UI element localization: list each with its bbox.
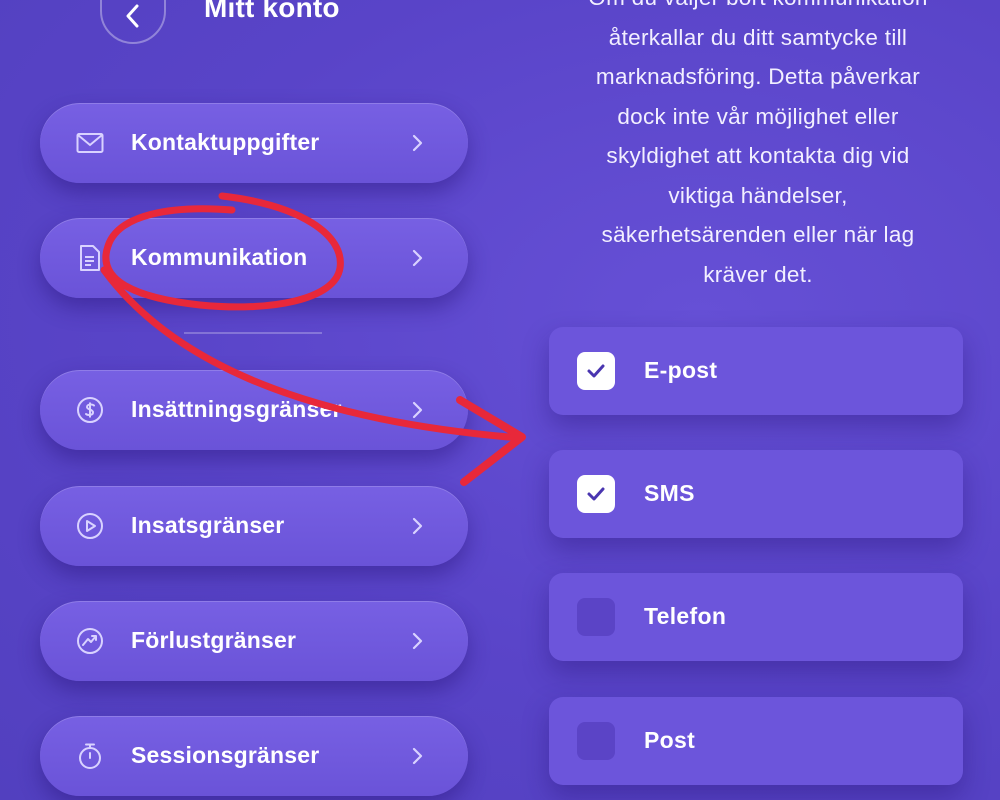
chevron-right-icon [412, 401, 423, 419]
menu-item-label: Sessionsgränser [131, 742, 320, 768]
chevron-left-icon [126, 4, 139, 28]
option-label: SMS [644, 480, 695, 506]
menu-item-sessionsgranser[interactable]: Sessionsgränser [40, 716, 468, 796]
description-line: kräver det. [703, 261, 813, 287]
dollar-icon [77, 397, 103, 423]
menu-item-label: Kommunikation [131, 244, 308, 270]
menu-item-label: Kontaktuppgifter [131, 129, 320, 155]
description-line: viktiga händelser, [668, 182, 848, 208]
menu-item-label: Förlustgränser [131, 627, 297, 653]
document-icon [80, 245, 100, 271]
chevron-right-icon [412, 134, 423, 152]
option-label: Telefon [644, 603, 727, 629]
menu-item-label: Insättningsgränser [131, 396, 342, 422]
checkbox-sms[interactable] [577, 475, 615, 513]
communication-description: Om du väljer bort kommunikation återkall… [540, 0, 976, 294]
description-line: marknadsföring. Detta påverkar [595, 64, 921, 89]
description-line: återkallar du ditt samtycke till [608, 24, 908, 50]
chevron-right-icon [412, 632, 423, 650]
checkbox-post[interactable] [577, 722, 615, 760]
divider [184, 332, 322, 334]
chevron-right-icon [412, 517, 423, 535]
menu-item-kommunikation[interactable]: Kommunikation [40, 218, 468, 298]
option-sms[interactable]: SMS [549, 450, 963, 538]
menu-item-forlustgranser[interactable]: Förlustgränser [40, 601, 468, 681]
option-label: E-post [644, 357, 718, 383]
description-line: dock inte vår möjlighet eller [617, 103, 899, 129]
chevron-right-icon [412, 747, 423, 765]
checkbox-telefon[interactable] [577, 598, 615, 636]
description-line: Om du väljer bort kommunikation [540, 0, 976, 18]
option-label: Post [644, 727, 696, 753]
menu-item-kontaktuppgifter[interactable]: Kontaktuppgifter [40, 103, 468, 183]
stopwatch-icon [79, 743, 101, 769]
option-e-post[interactable]: E-post [549, 327, 963, 415]
chevron-right-icon [412, 249, 423, 267]
menu-item-insatsgranser[interactable]: Insatsgränser [40, 486, 468, 566]
play-icon [77, 513, 103, 539]
description-line: skyldighet att kontakta dig vid [606, 143, 910, 168]
page-title: Mitt konto [204, 0, 340, 23]
menu-item-insattningsgranser[interactable]: Insättningsgränser [40, 370, 468, 450]
option-post[interactable]: Post [549, 697, 963, 785]
mail-icon [76, 133, 104, 153]
checkbox-e-post[interactable] [577, 352, 615, 390]
checkmark-icon [587, 487, 605, 501]
description-line: säkerhetsärenden eller när lag [601, 222, 915, 247]
chart-icon [77, 628, 103, 654]
checkmark-icon [587, 364, 605, 378]
menu-item-label: Insatsgränser [131, 512, 285, 538]
option-telefon[interactable]: Telefon [549, 573, 963, 661]
